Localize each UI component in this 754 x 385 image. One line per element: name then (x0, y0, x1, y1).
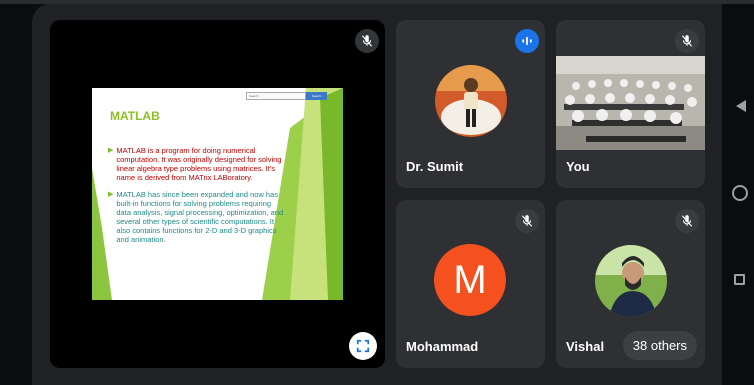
slide-bullet: ▶ MATLAB has since been expanded and now… (108, 190, 286, 244)
presentation-slide: Search Search MATLAB ▶ MATLAB is a progr… (92, 88, 343, 300)
slide-title: MATLAB (110, 109, 160, 123)
mic-off-icon (361, 35, 373, 47)
presentation-tile[interactable]: Search Search MATLAB ▶ MATLAB is a progr… (50, 20, 385, 368)
fullscreen-icon (356, 339, 370, 353)
participant-name: Vishal (566, 339, 605, 354)
participant-name: You (566, 159, 590, 174)
avatar-photo-image (435, 65, 507, 137)
mic-off-button[interactable] (675, 209, 699, 233)
audio-wave-icon (522, 36, 532, 46)
slide-bullet: ▶ MATLAB is a program for doing numerica… (108, 146, 286, 182)
avatar-mohammad: M (434, 244, 506, 316)
mic-off-icon (681, 215, 693, 227)
avatar-sumit (435, 65, 507, 137)
back-nav-icon[interactable] (736, 100, 746, 112)
avatar-photo-image (595, 245, 667, 317)
participant-tile-mohammad[interactable]: M Mohammad (396, 200, 545, 368)
participant-tile-sumit[interactable]: Dr. Sumit (396, 20, 545, 188)
slide-bullet-text: MATLAB has since been expanded and now h… (116, 190, 284, 244)
others-count-badge[interactable]: 38 others (622, 331, 697, 360)
bullet-arrow-icon: ▶ (108, 147, 114, 154)
classroom-video (556, 56, 705, 150)
slide-search-button: Search (306, 92, 327, 100)
participant-name: Mohammad (406, 339, 479, 354)
participant-tile-you[interactable]: You (556, 20, 705, 188)
fullscreen-button[interactable] (349, 332, 377, 360)
avatar-vishal (595, 245, 667, 317)
mic-off-button[interactable] (515, 209, 539, 233)
mic-off-button[interactable] (355, 29, 379, 53)
mic-off-button[interactable] (675, 29, 699, 53)
slide-bullet-text: MATLAB is a program for doing numerical … (116, 146, 282, 182)
recents-nav-icon[interactable] (734, 274, 745, 285)
screen: Search Search MATLAB ▶ MATLAB is a progr… (0, 0, 754, 385)
slide-body: ▶ MATLAB is a program for doing numerica… (108, 146, 286, 252)
slide-search-field: Search (246, 92, 306, 100)
participant-tile-vishal[interactable]: Vishal 38 others (556, 200, 705, 368)
bullet-arrow-icon: ▶ (108, 191, 114, 198)
mic-off-icon (681, 35, 693, 47)
mic-off-icon (521, 215, 533, 227)
participant-name: Dr. Sumit (406, 159, 464, 174)
speaking-indicator (515, 29, 539, 53)
home-nav-icon[interactable] (732, 185, 748, 201)
